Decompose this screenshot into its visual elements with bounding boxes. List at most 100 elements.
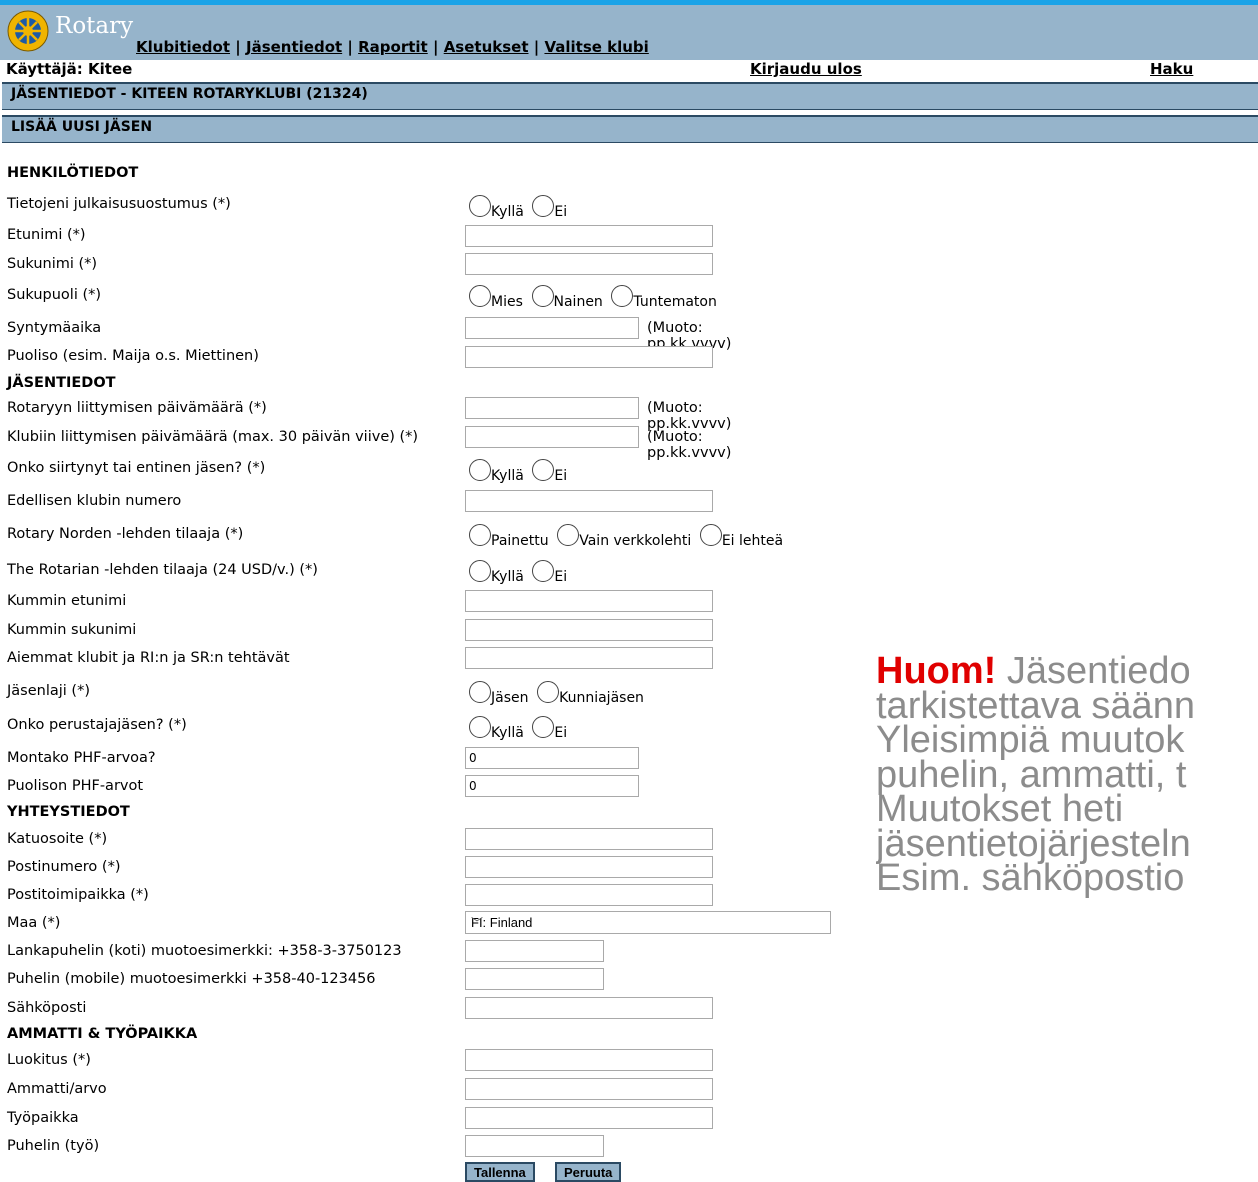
label-sponsor-first: Kummin etunimi <box>7 593 127 609</box>
sponsor-lastname-input[interactable] <box>465 619 713 641</box>
gender-unknown-option[interactable]: Tuntematon <box>611 285 717 310</box>
label-founder: Onko perustajajäsen? (*) <box>7 717 187 733</box>
workplace-input[interactable] <box>465 1107 713 1129</box>
logout-link[interactable]: Kirjaudu ulos <box>750 60 862 78</box>
note-line-2: tarkistettava säänn <box>876 684 1195 727</box>
radio-button[interactable] <box>469 195 491 217</box>
spouse-phf-input[interactable] <box>465 775 639 797</box>
note-line-4: puhelin, ammatti, t <box>876 753 1187 796</box>
radio-button[interactable] <box>469 285 491 307</box>
label-gender: Sukupuoli (*) <box>7 287 102 303</box>
label-work-phone: Puhelin (työ) <box>7 1138 100 1154</box>
nav-separator: | <box>432 38 439 56</box>
radio-button[interactable] <box>469 716 491 738</box>
birthdate-input[interactable] <box>465 317 639 339</box>
rotarian-no-option[interactable]: Ei <box>532 560 567 585</box>
firstname-input[interactable] <box>465 225 713 247</box>
chevron-down-icon: ﹀ <box>471 916 484 930</box>
radio-button[interactable] <box>469 560 491 582</box>
section-heading-member: JÄSENTIEDOT <box>7 375 116 391</box>
nav-reports[interactable]: Raportit <box>358 38 428 56</box>
founder-radio-group: Kyllä Ei <box>469 716 571 741</box>
rotary-logo[interactable]: Rotary <box>4 7 133 59</box>
nav-club-info[interactable]: Klubitiedot <box>136 38 230 56</box>
classification-input[interactable] <box>465 1049 713 1071</box>
spouse-input[interactable] <box>465 346 713 368</box>
norden-none-option[interactable]: Ei lehteä <box>699 524 783 549</box>
rotary-join-date-input[interactable] <box>465 397 639 419</box>
label-spouse-phf: Puolison PHF-arvot <box>7 778 144 794</box>
label-firstname: Etunimi (*) <box>7 227 86 243</box>
radio-button[interactable] <box>469 524 491 546</box>
label-sponsor-last: Kummin sukunimi <box>7 622 137 638</box>
gender-radio-group: Mies Nainen Tuntematon <box>469 285 721 310</box>
member-type-radio-group: Jäsen Kunniajäsen <box>469 681 648 706</box>
radio-button[interactable] <box>469 681 491 703</box>
radio-button[interactable] <box>532 195 555 217</box>
radio-button[interactable] <box>699 524 722 546</box>
label-transferred: Onko siirtynyt tai entinen jäsen? (*) <box>7 460 266 476</box>
sponsor-firstname-input[interactable] <box>465 590 713 612</box>
norden-online-option[interactable]: Vain verkkolehti <box>557 524 691 549</box>
gender-female-option[interactable]: Nainen <box>531 285 603 310</box>
founder-no-option[interactable]: Ei <box>532 716 567 741</box>
radio-button[interactable] <box>532 716 555 738</box>
label-postcode: Postinumero (*) <box>7 859 121 875</box>
landline-phone-input[interactable] <box>465 940 604 962</box>
label-rotary-join: Rotaryyn liittymisen päivämäärä (*) <box>7 400 267 416</box>
radio-button[interactable] <box>469 459 491 481</box>
transferred-radio-group: Kyllä Ei <box>469 459 571 484</box>
section-heading-contact: YHTEYSTIEDOT <box>7 804 130 820</box>
save-button[interactable]: Tallenna <box>465 1162 535 1182</box>
transferred-no-option[interactable]: Ei <box>532 459 567 484</box>
label-rotarian: The Rotarian -lehden tilaaja (24 USD/v.)… <box>7 562 318 578</box>
norden-printed-option[interactable]: Painettu <box>469 524 549 549</box>
label-spouse: Puoliso (esim. Maija o.s. Miettinen) <box>7 348 259 364</box>
label-city: Postitoimipaikka (*) <box>7 887 149 903</box>
club-join-date-input[interactable] <box>465 426 639 448</box>
note-line-3: Yleisimpiä muutok <box>876 719 1185 761</box>
consent-no-option[interactable]: Ei <box>532 195 567 220</box>
street-address-input[interactable] <box>465 828 713 850</box>
club-join-format-hint: (Muoto: pp.kk.vvvv) <box>647 429 732 461</box>
founder-yes-option[interactable]: Kyllä <box>469 716 524 741</box>
radio-button[interactable] <box>532 560 555 582</box>
section-heading-work: AMMATTI & TYÖPAIKKA <box>7 1026 198 1042</box>
nav-member-info[interactable]: Jäsentiedot <box>246 38 342 56</box>
section-heading-personal: HENKILÖTIEDOT <box>7 165 139 181</box>
nav-select-club[interactable]: Valitse klubi <box>544 38 648 56</box>
radio-button[interactable] <box>557 524 580 546</box>
nav-settings[interactable]: Asetukset <box>444 38 529 56</box>
country-select[interactable]: FI: Finland ﹀ <box>465 911 831 934</box>
transferred-yes-option[interactable]: Kyllä <box>469 459 524 484</box>
phf-count-input[interactable] <box>465 747 639 769</box>
radio-button[interactable] <box>537 681 560 703</box>
prev-clubs-input[interactable] <box>465 647 713 669</box>
subtitle-bar: LISÄÄ UUSI JÄSEN <box>2 115 1258 143</box>
search-link[interactable]: Haku <box>1150 60 1193 78</box>
gender-male-option[interactable]: Mies <box>469 285 523 310</box>
member-type-honorary-option[interactable]: Kunniajäsen <box>537 681 644 706</box>
prev-club-number-input[interactable] <box>465 490 713 512</box>
section-title-bar: JÄSENTIEDOT - KITEEN ROTARYKLUBI (21324) <box>2 82 1258 110</box>
lastname-input[interactable] <box>465 253 713 275</box>
member-type-member-option[interactable]: Jäsen <box>469 681 529 706</box>
cancel-button[interactable]: Peruuta <box>555 1162 622 1182</box>
nav-separator: | <box>533 38 540 56</box>
radio-button[interactable] <box>611 285 634 307</box>
rotarian-yes-option[interactable]: Kyllä <box>469 560 524 585</box>
radio-button[interactable] <box>532 459 555 481</box>
top-navigation: Klubitiedot | Jäsentiedot | Raportit | A… <box>136 38 649 56</box>
postcode-input[interactable] <box>465 856 713 878</box>
city-input[interactable] <box>465 884 713 906</box>
label-street: Katuosoite (*) <box>7 831 108 847</box>
mobile-phone-input[interactable] <box>465 968 604 990</box>
profession-input[interactable] <box>465 1078 713 1100</box>
radio-button[interactable] <box>531 285 554 307</box>
work-phone-input[interactable] <box>465 1135 604 1157</box>
label-norden: Rotary Norden -lehden tilaaja (*) <box>7 526 244 542</box>
email-input[interactable] <box>465 997 713 1019</box>
consent-yes-option[interactable]: Kyllä <box>469 195 524 220</box>
logo-text: Rotary <box>55 13 134 39</box>
current-user: Käyttäjä: Kitee <box>6 60 133 78</box>
